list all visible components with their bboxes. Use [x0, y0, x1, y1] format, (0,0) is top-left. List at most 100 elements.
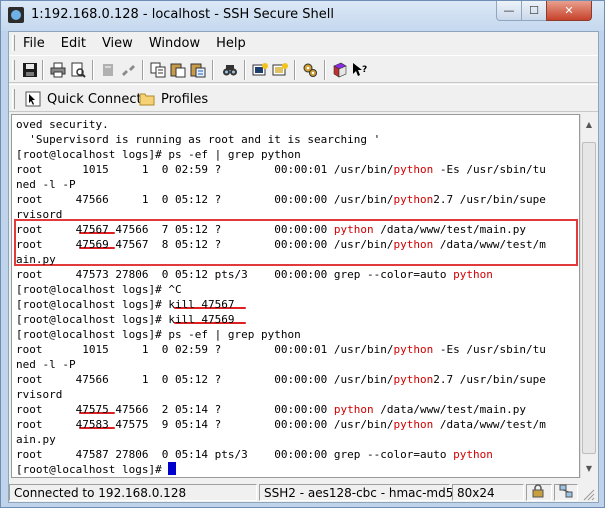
- toolbar-separator: [294, 60, 296, 80]
- status-bar: Connected to 192.168.0.128 SSH2 - aes128…: [9, 482, 598, 502]
- disabled-icon: [99, 61, 117, 79]
- terminal-text: root 47575 47566 2 05:14 ? 00:00:00: [16, 403, 334, 416]
- quickbar-grip[interactable]: [12, 89, 15, 109]
- terminal-line: root 47567 47566 7 05:12 ? 00:00:00 pyth…: [16, 222, 526, 237]
- menu-bar: File Edit View Window Help: [9, 32, 598, 54]
- new-file-transfer-icon[interactable]: [271, 61, 289, 79]
- menu-edit[interactable]: Edit: [59, 36, 88, 51]
- save-icon[interactable]: [21, 61, 39, 79]
- terminal-line: root 47569 47567 8 05:12 ? 00:00:00 /usr…: [16, 237, 546, 252]
- terminal-text: /data/www/test/m: [433, 418, 546, 431]
- terminal-line: ned -l -P: [16, 357, 76, 372]
- terminal-output[interactable]: oved security. 'Supervisord is running a…: [11, 114, 580, 478]
- terminal-text: [root@localhost logs]# ps -ef | grep pyt…: [16, 148, 301, 161]
- status-icon-cell: [554, 484, 578, 501]
- terminal-line: root 1015 1 0 02:59 ? 00:00:01 /usr/bin/…: [16, 342, 546, 357]
- menu-help[interactable]: Help: [214, 36, 248, 51]
- cipher-status: SSH2 - aes128-cbc - hmac-md5: [259, 484, 453, 501]
- lock-icon: [531, 484, 545, 501]
- terminal-text: -Es /usr/sbin/tu: [433, 163, 546, 176]
- terminal-text: ned -l -P: [16, 178, 76, 191]
- copy-icon[interactable]: [149, 61, 167, 79]
- terminal-text: oved security.: [16, 118, 109, 131]
- quick-connect-label: Quick Connect: [47, 91, 142, 107]
- python-keyword: python: [333, 403, 374, 416]
- window-title: 1:192.168.0.128 - localhost - SSH Secure…: [31, 7, 334, 22]
- python-keyword: python: [453, 268, 493, 281]
- toolbar-separator: [42, 60, 44, 80]
- terminal-line: [root@localhost logs]# ^C: [16, 282, 182, 297]
- disconnect-icon[interactable]: [119, 61, 137, 79]
- profiles-button[interactable]: Profiles: [135, 88, 212, 110]
- terminal-text: /data/www/test/main.py: [373, 223, 526, 236]
- paste-special-icon[interactable]: [189, 61, 207, 79]
- scroll-down-icon[interactable]: ▼: [581, 460, 597, 476]
- terminal-text: [root@localhost logs]# ^C: [16, 283, 182, 296]
- toolbar-separator: [212, 60, 214, 80]
- toolbar-separator: [92, 60, 94, 80]
- ssh-client-window: 1:192.168.0.128 - localhost - SSH Secure…: [0, 0, 605, 508]
- terminal-text: root 1015 1 0 02:59 ? 00:00:01 /usr/bin/: [16, 163, 394, 176]
- toolbar-grip[interactable]: [12, 60, 15, 80]
- scroll-thumb[interactable]: [582, 142, 596, 454]
- title-bar[interactable]: 1:192.168.0.128 - localhost - SSH Secure…: [1, 1, 604, 31]
- connection-status: Connected to 192.168.0.128: [9, 484, 257, 501]
- terminal-text: ain.py: [16, 433, 56, 446]
- terminal-text: [root@localhost logs]# kill 47567: [16, 298, 235, 311]
- terminal-text: -Es /usr/sbin/tu: [433, 343, 546, 356]
- terminal-line: root 47566 1 0 05:12 ? 00:00:00 /usr/bin…: [16, 192, 546, 207]
- python-keyword: python: [453, 448, 493, 461]
- terminal-line: ned -l -P: [16, 177, 76, 192]
- terminal-text: rvisord: [16, 388, 63, 401]
- python-keyword: python: [333, 223, 374, 236]
- terminal-text: root 47566 1 0 05:12 ? 00:00:00 /usr/bin…: [16, 193, 394, 206]
- terminal-line: rvisord: [16, 207, 62, 222]
- maximize-button[interactable]: ☐: [521, 1, 547, 21]
- paste-icon[interactable]: [169, 61, 187, 79]
- client-area: File Edit View Window Help ? Quick Conne…: [8, 31, 599, 503]
- python-keyword: python: [393, 238, 434, 251]
- terminal-text: 2.7 /usr/bin/supe: [433, 193, 546, 206]
- folder-icon: [139, 92, 155, 106]
- terminal-size: 80x24: [452, 484, 524, 501]
- terminal-line: root 47573 27806 0 05:12 pts/3 00:00:00 …: [16, 267, 493, 282]
- terminal-line: [root@localhost logs]#: [16, 462, 177, 477]
- find-icon[interactable]: [221, 61, 239, 79]
- help-book-icon[interactable]: [331, 61, 349, 79]
- settings-icon[interactable]: [301, 61, 319, 79]
- terminal-text: root 47587 27806 0 05:14 pts/3 00:00:00 …: [16, 448, 454, 461]
- terminal-line: ain.py: [16, 432, 56, 447]
- terminal-line: [root@localhost logs]# kill 47567: [16, 297, 235, 312]
- resize-grip-icon[interactable]: [581, 487, 595, 501]
- close-button[interactable]: ✕: [546, 1, 592, 21]
- terminal-line: [root@localhost logs]# kill 47569: [16, 312, 235, 327]
- terminal-line: ain.py: [16, 252, 56, 267]
- terminal-text: [root@localhost logs]#: [16, 463, 169, 476]
- terminal-text: 2.7 /usr/bin/supe: [433, 373, 546, 386]
- terminal-line: root 47575 47566 2 05:14 ? 00:00:00 pyth…: [16, 402, 526, 417]
- terminal-text: root 47567 47566 7 05:12 ? 00:00:00: [16, 223, 334, 236]
- minimize-button[interactable]: —: [496, 1, 522, 21]
- menu-window[interactable]: Window: [147, 36, 202, 51]
- svg-text:?: ?: [362, 65, 367, 75]
- terminal-text: root 47573 27806 0 05:12 pts/3 00:00:00 …: [16, 268, 454, 281]
- menu-view[interactable]: View: [100, 36, 135, 51]
- context-help-icon[interactable]: ?: [351, 61, 369, 79]
- print-preview-icon[interactable]: [69, 61, 87, 79]
- quick-connect-button[interactable]: Quick Connect: [21, 88, 146, 110]
- terminal-text: [root@localhost logs]# kill 47569: [16, 313, 235, 326]
- menu-file[interactable]: File: [21, 36, 47, 51]
- terminal-text: root 1015 1 0 02:59 ? 00:00:01 /usr/bin/: [16, 343, 394, 356]
- terminal-text: /data/www/test/main.py: [373, 403, 526, 416]
- python-keyword: python: [393, 373, 434, 386]
- python-keyword: python: [393, 163, 434, 176]
- python-keyword: python: [393, 193, 434, 206]
- menu-grip[interactable]: [12, 35, 15, 51]
- scroll-up-icon[interactable]: ▲: [581, 116, 597, 132]
- terminal-line: [root@localhost logs]# ps -ef | grep pyt…: [16, 327, 301, 342]
- print-icon[interactable]: [49, 61, 67, 79]
- quick-connect-bar: Quick Connect Profiles: [9, 84, 598, 112]
- vertical-scrollbar[interactable]: ▲ ▼: [580, 114, 597, 478]
- new-terminal-icon[interactable]: [251, 61, 269, 79]
- terminal-text: root 47566 1 0 05:12 ? 00:00:00 /usr/bin…: [16, 373, 394, 386]
